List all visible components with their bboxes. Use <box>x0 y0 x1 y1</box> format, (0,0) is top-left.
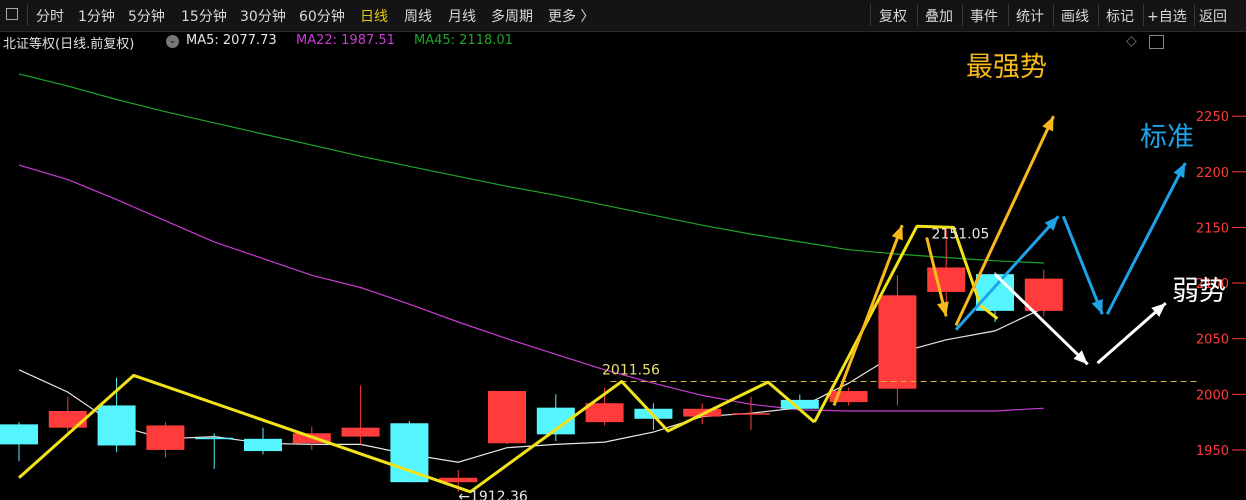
standard-trend-label: 标准 <box>1140 122 1194 153</box>
high-price-label: 2151.05 <box>932 227 990 243</box>
candlestick-chart: 1950200020502100215022002250 2151.05←191… <box>0 52 1246 500</box>
candle-down <box>195 437 234 440</box>
candle-up <box>48 411 87 428</box>
candle-down <box>780 399 819 409</box>
candle-up <box>341 427 380 437</box>
y-tick-label: 2150 <box>1196 221 1229 236</box>
low-price-label: ←1912.36 <box>458 489 528 500</box>
candle-up <box>585 403 624 423</box>
candle-up <box>732 413 770 415</box>
y-tick-label: 2050 <box>1196 333 1229 348</box>
y-tick-label: 2250 <box>1196 110 1229 125</box>
candlesticks <box>0 226 1063 492</box>
candle-up <box>146 425 185 450</box>
y-tick-label: 2000 <box>1196 388 1229 403</box>
strongest-trend-label: 最强势 <box>966 52 1047 83</box>
ma45-line <box>18 73 1044 264</box>
candle-up <box>1024 278 1063 311</box>
candle-down <box>390 423 429 483</box>
level-price-label: 2011.56 <box>602 362 660 378</box>
candle-up <box>927 267 966 292</box>
orange-arrow-rise-head <box>891 225 903 241</box>
candle-up <box>488 390 526 444</box>
candle-down <box>0 424 38 445</box>
weak-trend-label: 弱势 <box>1172 276 1226 307</box>
y-tick-label: 2200 <box>1196 166 1229 181</box>
y-tick-label: 1950 <box>1196 444 1229 459</box>
candle-down <box>244 438 282 452</box>
candle-down <box>97 405 136 446</box>
blue-arrow-down-head <box>1091 298 1103 315</box>
blue-arrow-down <box>1061 215 1104 315</box>
candle-up <box>878 295 917 389</box>
moving-average-lines <box>18 73 1045 463</box>
